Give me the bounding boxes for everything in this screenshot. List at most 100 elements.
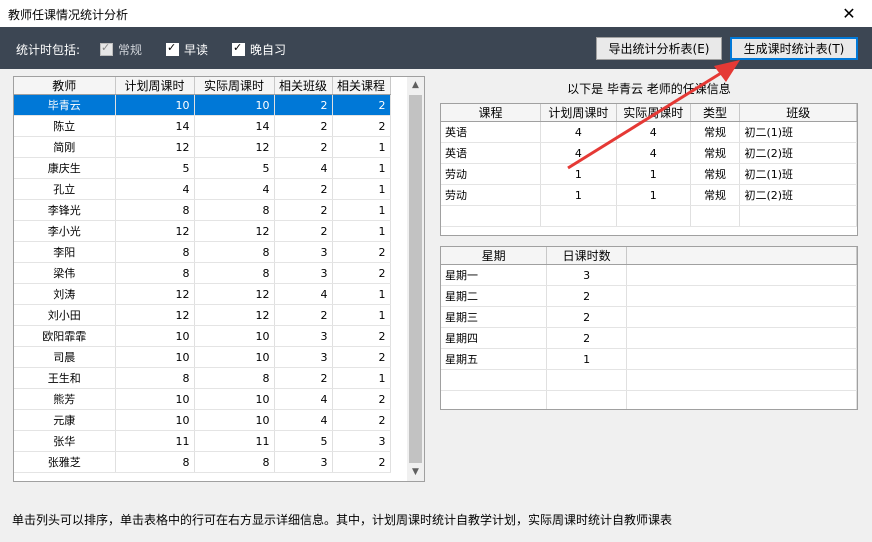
course-row[interactable]: 劳动 1 1 常规 初二(2)班 [441,184,857,206]
teacher-header-2[interactable]: 实际周课时 [194,77,275,95]
teacher-cell: 2 [332,451,391,473]
course-cell: 常规 [690,163,741,185]
day-header-1[interactable]: 日课时数 [546,247,628,265]
day-row[interactable]: 星期一 3 [441,264,857,286]
course-cell: 1 [616,184,691,206]
day-row[interactable]: 星期四 2 [441,327,857,349]
teacher-cell: 3 [332,430,391,452]
checkbox-morning-reading-box[interactable] [166,41,179,56]
teacher-header-3[interactable]: 相关班级 [274,77,333,95]
teacher-table-scrollbar[interactable]: ▲ ▼ [407,77,424,481]
scroll-down-icon[interactable]: ▼ [407,464,424,481]
day-cell [626,285,857,307]
teacher-row[interactable]: 孔立 4 4 2 1 [14,178,391,200]
course-row[interactable]: 英语 4 4 常规 初二(2)班 [441,142,857,164]
teacher-cell: 1 [332,136,391,158]
teacher-cell: 2 [274,304,333,326]
day-row[interactable]: 星期三 2 [441,306,857,328]
teacher-cell: 5 [274,430,333,452]
checkbox-regular-box[interactable] [100,41,113,56]
checkbox-evening-study[interactable]: 晚自习 [232,41,286,58]
teacher-row[interactable]: 元康 10 10 4 2 [14,409,391,431]
teacher-cell: 欧阳霏霏 [14,325,116,347]
teacher-cell: 刘涛 [14,283,116,305]
course-cell: 4 [540,121,617,143]
teacher-cell: 8 [194,451,275,473]
generate-hours-button[interactable]: 生成课时统计表(T) [730,37,858,60]
course-cell: 英语 [441,142,541,164]
course-header-3[interactable]: 类型 [690,104,741,122]
course-row[interactable]: 劳动 1 1 常规 初二(1)班 [441,163,857,185]
day-cell: 星期五 [441,348,548,370]
teacher-cell: 李阳 [14,241,116,263]
checkbox-morning-reading[interactable]: 早读 [166,41,208,58]
teacher-row[interactable]: 欧阳霏霏 10 10 3 2 [14,325,391,347]
day-cell: 星期一 [441,264,548,286]
day-cell [441,369,548,391]
course-header-1[interactable]: 计划周课时 [540,104,617,122]
day-cell [546,369,628,391]
day-cell [626,369,857,391]
course-table-panel: 课程 计划周课时 实际周课时 类型 班级 英语 4 4 常规 初二(1)班 英语 4 4 常规 初二(2)… [440,103,858,236]
course-cell: 常规 [690,142,741,164]
course-cell [616,205,691,227]
teacher-row[interactable]: 熊芳 10 10 4 2 [14,388,391,410]
teacher-row[interactable]: 刘涛 12 12 4 1 [14,283,391,305]
teacher-header-0[interactable]: 教师 [14,77,116,95]
teacher-row[interactable]: 张雅芝 8 8 3 2 [14,451,391,473]
teacher-row[interactable]: 李小光 12 12 2 1 [14,220,391,242]
teacher-cell: 12 [194,220,275,242]
teacher-cell: 2 [332,325,391,347]
day-header-0[interactable]: 星期 [441,247,548,265]
teacher-cell: 1 [332,367,391,389]
teacher-cell: 4 [274,388,333,410]
course-row[interactable] [441,205,857,227]
checkbox-regular[interactable]: 常规 [100,41,142,58]
course-row[interactable]: 英语 4 4 常规 初二(1)班 [441,121,857,143]
teacher-row[interactable]: 李锋光 8 8 2 1 [14,199,391,221]
teacher-row[interactable]: 梁伟 8 8 3 2 [14,262,391,284]
teacher-header-1[interactable]: 计划周课时 [115,77,195,95]
teacher-cell: 5 [194,157,275,179]
teacher-row[interactable]: 张华 11 11 5 3 [14,430,391,452]
close-icon[interactable]: ✕ [826,0,872,27]
scroll-thumb[interactable] [409,95,422,463]
course-cell: 常规 [690,121,741,143]
teacher-row[interactable]: 刘小田 12 12 2 1 [14,304,391,326]
teacher-header-4[interactable]: 相关课程 [332,77,391,95]
day-header-filler [626,247,857,265]
teacher-cell: 2 [332,409,391,431]
day-row[interactable]: 星期二 2 [441,285,857,307]
teacher-cell: 3 [274,241,333,263]
teacher-cell: 8 [194,241,275,263]
teacher-row[interactable]: 毕青云 10 10 2 2 [14,94,391,116]
export-analysis-button[interactable]: 导出统计分析表(E) [596,37,722,60]
teacher-cell: 2 [332,346,391,368]
checkbox-evening-study-box[interactable] [232,41,245,56]
day-row[interactable]: 星期五 1 [441,348,857,370]
teacher-cell: 3 [274,346,333,368]
teacher-cell: 4 [274,283,333,305]
teacher-cell: 10 [115,409,195,431]
teacher-cell: 2 [332,115,391,137]
course-header-0[interactable]: 课程 [441,104,541,122]
course-table: 课程 计划周课时 实际周课时 类型 班级 英语 4 4 常规 初二(1)班 英语 4 4 常规 初二(2)… [441,104,857,227]
teacher-row[interactable]: 王生和 8 8 2 1 [14,367,391,389]
course-header-4[interactable]: 班级 [739,104,857,122]
day-row[interactable] [441,369,857,391]
teacher-row[interactable]: 李阳 8 8 3 2 [14,241,391,263]
course-cell: 初二(1)班 [739,163,857,185]
day-row[interactable] [441,390,857,409]
teacher-row[interactable]: 康庆生 5 5 4 1 [14,157,391,179]
teacher-cell: 2 [274,178,333,200]
course-header-2[interactable]: 实际周课时 [616,104,691,122]
teacher-cell: 8 [194,199,275,221]
teacher-row[interactable]: 陈立 14 14 2 2 [14,115,391,137]
scroll-up-icon[interactable]: ▲ [407,77,424,94]
teacher-cell: 2 [332,388,391,410]
teacher-row[interactable]: 简刚 12 12 2 1 [14,136,391,158]
teacher-row[interactable]: 司晨 10 10 3 2 [14,346,391,368]
detail-caption: 以下是 毕青云 老师的任课信息 [567,82,731,96]
teacher-cell: 12 [115,136,195,158]
teacher-cell: 1 [332,199,391,221]
